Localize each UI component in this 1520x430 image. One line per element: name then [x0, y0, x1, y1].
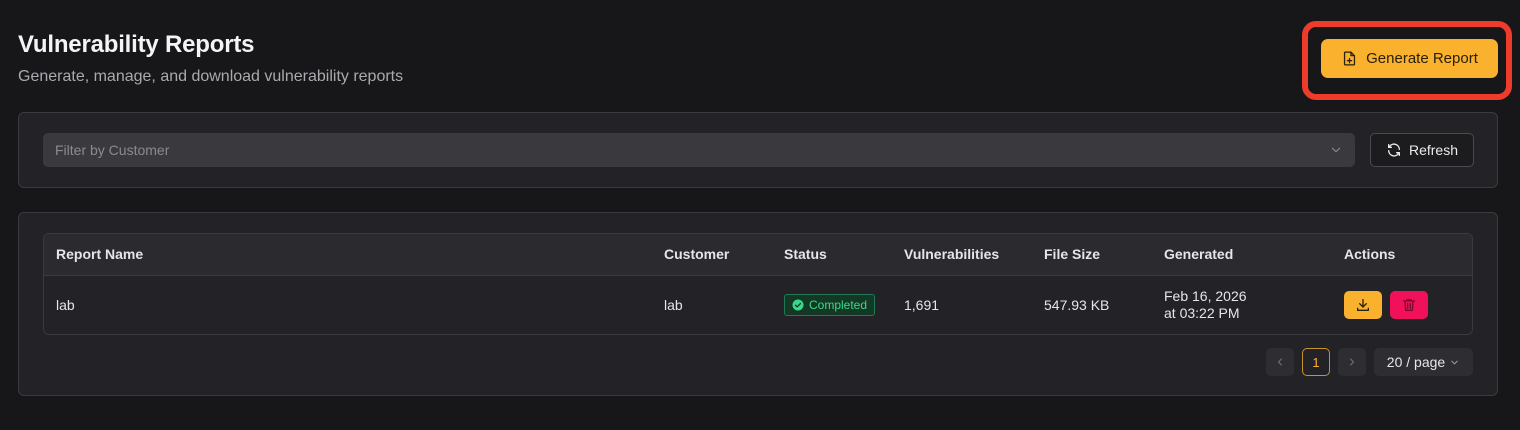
pagination-next-button[interactable]	[1338, 348, 1366, 376]
chevron-down-icon	[1451, 360, 1458, 364]
page-size-select[interactable]: 20 / page	[1374, 348, 1473, 376]
column-header-file-size: File Size	[1044, 246, 1101, 262]
vulnerabilities-cell: 1,691	[904, 297, 940, 313]
report-name-cell: lab	[56, 297, 75, 313]
column-header-generated: Generated	[1164, 246, 1234, 262]
generate-report-button[interactable]: Generate Report	[1321, 39, 1498, 78]
download-button[interactable]	[1344, 291, 1382, 319]
status-badge: Completed	[784, 294, 876, 316]
trash-icon	[1403, 299, 1415, 311]
download-icon	[1357, 299, 1369, 311]
page-size-label: 20 / page	[1386, 354, 1446, 370]
generated-date-cell: Feb 16, 2026	[1164, 288, 1247, 304]
column-header-status: Status	[784, 246, 827, 262]
column-header-vulnerabilities: Vulnerabilities	[904, 246, 1000, 262]
chevron-down-icon	[1331, 147, 1341, 153]
refresh-button[interactable]: Refresh	[1370, 133, 1474, 167]
column-header-report-name: Report Name	[56, 246, 144, 262]
chevron-right-icon	[1349, 358, 1355, 366]
filter-card: Filter by Customer Refresh	[18, 112, 1498, 188]
status-label: Completed	[809, 298, 868, 312]
column-header-customer: Customer	[664, 246, 730, 262]
customer-cell: lab	[664, 297, 683, 313]
pagination-prev-button[interactable]	[1266, 348, 1294, 376]
page-title: Vulnerability Reports	[18, 31, 255, 58]
customer-filter-placeholder: Filter by Customer	[55, 142, 170, 158]
reports-table: Report Name Customer Status Vulnerabilit…	[43, 233, 1473, 335]
table-header: Report Name Customer Status Vulnerabilit…	[44, 234, 1472, 276]
generated-time-cell: at 03:22 PM	[1164, 305, 1240, 321]
pagination-page-button[interactable]: 1	[1302, 348, 1330, 376]
file-plus-icon	[1344, 51, 1356, 66]
reports-card: Report Name Customer Status Vulnerabilit…	[18, 212, 1498, 396]
column-header-actions: Actions	[1344, 246, 1396, 262]
file-size-cell: 547.93 KB	[1044, 297, 1110, 313]
customer-filter-select[interactable]: Filter by Customer	[43, 133, 1355, 167]
chevron-left-icon	[1277, 358, 1283, 366]
table-row: lab lab Completed 1,691 547.93 KB Feb 16…	[44, 276, 1472, 334]
delete-button[interactable]	[1390, 291, 1428, 319]
generate-report-label: Generate Report	[1366, 50, 1478, 67]
refresh-label: Refresh	[1408, 142, 1459, 158]
page: Vulnerability Reports Generate, manage, …	[0, 0, 1520, 430]
page-subtitle: Generate, manage, and download vulnerabi…	[18, 68, 404, 85]
refresh-icon	[1387, 143, 1400, 157]
check-circle-icon	[792, 299, 804, 311]
